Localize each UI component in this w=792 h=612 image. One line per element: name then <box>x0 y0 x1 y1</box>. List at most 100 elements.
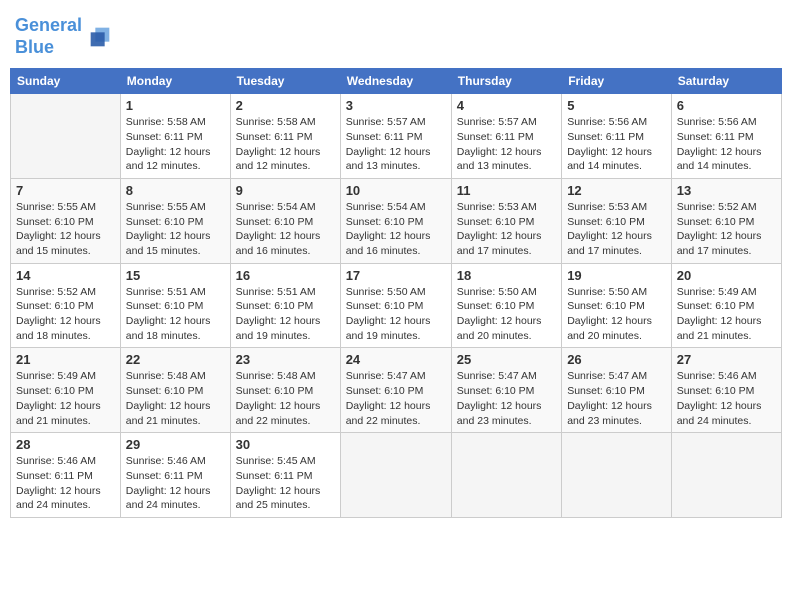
calendar-cell: 7 Sunrise: 5:55 AM Sunset: 6:10 PM Daylig… <box>11 178 121 263</box>
calendar-cell <box>340 433 451 518</box>
day-number: 15 <box>126 268 225 283</box>
logo-icon <box>86 23 114 51</box>
calendar-cell: 5 Sunrise: 5:56 AM Sunset: 6:11 PM Daylig… <box>562 94 672 179</box>
day-info: Sunrise: 5:53 AM Sunset: 6:10 PM Dayligh… <box>567 200 666 259</box>
calendar-cell: 8 Sunrise: 5:55 AM Sunset: 6:10 PM Daylig… <box>120 178 230 263</box>
calendar-cell <box>562 433 672 518</box>
logo: General Blue <box>15 15 114 58</box>
day-info: Sunrise: 5:56 AM Sunset: 6:11 PM Dayligh… <box>567 115 666 174</box>
day-number: 5 <box>567 98 666 113</box>
page-header: General Blue <box>10 10 782 58</box>
day-header-monday: Monday <box>120 69 230 94</box>
day-info: Sunrise: 5:45 AM Sunset: 6:11 PM Dayligh… <box>236 454 335 513</box>
day-info: Sunrise: 5:52 AM Sunset: 6:10 PM Dayligh… <box>677 200 776 259</box>
day-info: Sunrise: 5:47 AM Sunset: 6:10 PM Dayligh… <box>346 369 446 428</box>
day-header-friday: Friday <box>562 69 672 94</box>
day-info: Sunrise: 5:58 AM Sunset: 6:11 PM Dayligh… <box>236 115 335 174</box>
day-info: Sunrise: 5:47 AM Sunset: 6:10 PM Dayligh… <box>567 369 666 428</box>
calendar-cell: 22 Sunrise: 5:48 AM Sunset: 6:10 PM Dayli… <box>120 348 230 433</box>
calendar-week-5: 28 Sunrise: 5:46 AM Sunset: 6:11 PM Dayli… <box>11 433 782 518</box>
logo-text: General Blue <box>15 15 82 58</box>
calendar-cell <box>671 433 781 518</box>
day-number: 29 <box>126 437 225 452</box>
calendar-cell: 1Sunrise: 5:58 AM Sunset: 6:11 PM Daylig… <box>120 94 230 179</box>
calendar-cell: 27 Sunrise: 5:46 AM Sunset: 6:10 PM Dayli… <box>671 348 781 433</box>
calendar-cell: 16 Sunrise: 5:51 AM Sunset: 6:10 PM Dayli… <box>230 263 340 348</box>
day-info: Sunrise: 5:52 AM Sunset: 6:10 PM Dayligh… <box>16 285 115 344</box>
day-info: Sunrise: 5:55 AM Sunset: 6:10 PM Dayligh… <box>126 200 225 259</box>
day-number: 20 <box>677 268 776 283</box>
calendar-cell: 6 Sunrise: 5:56 AM Sunset: 6:11 PM Daylig… <box>671 94 781 179</box>
day-info: Sunrise: 5:53 AM Sunset: 6:10 PM Dayligh… <box>457 200 556 259</box>
calendar-cell: 2Sunrise: 5:58 AM Sunset: 6:11 PM Daylig… <box>230 94 340 179</box>
calendar-cell: 10 Sunrise: 5:54 AM Sunset: 6:10 PM Dayli… <box>340 178 451 263</box>
day-number: 18 <box>457 268 556 283</box>
calendar-week-3: 14 Sunrise: 5:52 AM Sunset: 6:10 PM Dayli… <box>11 263 782 348</box>
calendar-cell: 19 Sunrise: 5:50 AM Sunset: 6:10 PM Dayli… <box>562 263 672 348</box>
calendar-cell: 26 Sunrise: 5:47 AM Sunset: 6:10 PM Dayli… <box>562 348 672 433</box>
day-info: Sunrise: 5:50 AM Sunset: 6:10 PM Dayligh… <box>567 285 666 344</box>
day-number: 6 <box>677 98 776 113</box>
calendar-cell: 3 Sunrise: 5:57 AM Sunset: 6:11 PM Daylig… <box>340 94 451 179</box>
calendar-table: SundayMondayTuesdayWednesdayThursdayFrid… <box>10 68 782 518</box>
day-number: 7 <box>16 183 115 198</box>
day-info: Sunrise: 5:49 AM Sunset: 6:10 PM Dayligh… <box>677 285 776 344</box>
calendar-cell: 14 Sunrise: 5:52 AM Sunset: 6:10 PM Dayli… <box>11 263 121 348</box>
day-info: Sunrise: 5:46 AM Sunset: 6:10 PM Dayligh… <box>677 369 776 428</box>
calendar-cell: 20 Sunrise: 5:49 AM Sunset: 6:10 PM Dayli… <box>671 263 781 348</box>
day-number: 3 <box>346 98 446 113</box>
day-info: Sunrise: 5:47 AM Sunset: 6:10 PM Dayligh… <box>457 369 556 428</box>
calendar-cell: 24 Sunrise: 5:47 AM Sunset: 6:10 PM Dayli… <box>340 348 451 433</box>
day-info: Sunrise: 5:46 AM Sunset: 6:11 PM Dayligh… <box>16 454 115 513</box>
calendar-cell: 11 Sunrise: 5:53 AM Sunset: 6:10 PM Dayli… <box>451 178 561 263</box>
calendar-cell: 15 Sunrise: 5:51 AM Sunset: 6:10 PM Dayli… <box>120 263 230 348</box>
day-number: 23 <box>236 352 335 367</box>
day-number: 4 <box>457 98 556 113</box>
day-number: 10 <box>346 183 446 198</box>
day-info: Sunrise: 5:54 AM Sunset: 6:10 PM Dayligh… <box>346 200 446 259</box>
day-header-sunday: Sunday <box>11 69 121 94</box>
calendar-cell: 25Sunrise: 5:47 AM Sunset: 6:10 PM Dayli… <box>451 348 561 433</box>
day-number: 24 <box>346 352 446 367</box>
calendar-week-1: 1Sunrise: 5:58 AM Sunset: 6:11 PM Daylig… <box>11 94 782 179</box>
day-number: 12 <box>567 183 666 198</box>
day-header-wednesday: Wednesday <box>340 69 451 94</box>
day-info: Sunrise: 5:51 AM Sunset: 6:10 PM Dayligh… <box>126 285 225 344</box>
day-number: 11 <box>457 183 556 198</box>
day-info: Sunrise: 5:48 AM Sunset: 6:10 PM Dayligh… <box>126 369 225 428</box>
day-number: 26 <box>567 352 666 367</box>
calendar-cell: 13 Sunrise: 5:52 AM Sunset: 6:10 PM Dayli… <box>671 178 781 263</box>
day-number: 14 <box>16 268 115 283</box>
calendar-cell: 17 Sunrise: 5:50 AM Sunset: 6:10 PM Dayli… <box>340 263 451 348</box>
calendar-cell: 4Sunrise: 5:57 AM Sunset: 6:11 PM Daylig… <box>451 94 561 179</box>
calendar-cell: 21Sunrise: 5:49 AM Sunset: 6:10 PM Dayli… <box>11 348 121 433</box>
calendar-cell: 29 Sunrise: 5:46 AM Sunset: 6:11 PM Dayli… <box>120 433 230 518</box>
day-info: Sunrise: 5:46 AM Sunset: 6:11 PM Dayligh… <box>126 454 225 513</box>
day-info: Sunrise: 5:58 AM Sunset: 6:11 PM Dayligh… <box>126 115 225 174</box>
day-number: 28 <box>16 437 115 452</box>
calendar-week-2: 7 Sunrise: 5:55 AM Sunset: 6:10 PM Daylig… <box>11 178 782 263</box>
calendar-cell: 23 Sunrise: 5:48 AM Sunset: 6:10 PM Dayli… <box>230 348 340 433</box>
day-header-tuesday: Tuesday <box>230 69 340 94</box>
day-info: Sunrise: 5:50 AM Sunset: 6:10 PM Dayligh… <box>346 285 446 344</box>
calendar-cell: 12 Sunrise: 5:53 AM Sunset: 6:10 PM Dayli… <box>562 178 672 263</box>
day-number: 8 <box>126 183 225 198</box>
day-number: 13 <box>677 183 776 198</box>
day-info: Sunrise: 5:48 AM Sunset: 6:10 PM Dayligh… <box>236 369 335 428</box>
day-info: Sunrise: 5:50 AM Sunset: 6:10 PM Dayligh… <box>457 285 556 344</box>
day-info: Sunrise: 5:57 AM Sunset: 6:11 PM Dayligh… <box>346 115 446 174</box>
day-number: 30 <box>236 437 335 452</box>
calendar-cell: 18 Sunrise: 5:50 AM Sunset: 6:10 PM Dayli… <box>451 263 561 348</box>
day-number: 27 <box>677 352 776 367</box>
day-info: Sunrise: 5:54 AM Sunset: 6:10 PM Dayligh… <box>236 200 335 259</box>
day-number: 22 <box>126 352 225 367</box>
day-info: Sunrise: 5:51 AM Sunset: 6:10 PM Dayligh… <box>236 285 335 344</box>
day-number: 17 <box>346 268 446 283</box>
calendar-cell: 28 Sunrise: 5:46 AM Sunset: 6:11 PM Dayli… <box>11 433 121 518</box>
day-number: 19 <box>567 268 666 283</box>
calendar-cell: 9Sunrise: 5:54 AM Sunset: 6:10 PM Daylig… <box>230 178 340 263</box>
day-number: 16 <box>236 268 335 283</box>
calendar-week-4: 21Sunrise: 5:49 AM Sunset: 6:10 PM Dayli… <box>11 348 782 433</box>
day-info: Sunrise: 5:56 AM Sunset: 6:11 PM Dayligh… <box>677 115 776 174</box>
day-info: Sunrise: 5:55 AM Sunset: 6:10 PM Dayligh… <box>16 200 115 259</box>
